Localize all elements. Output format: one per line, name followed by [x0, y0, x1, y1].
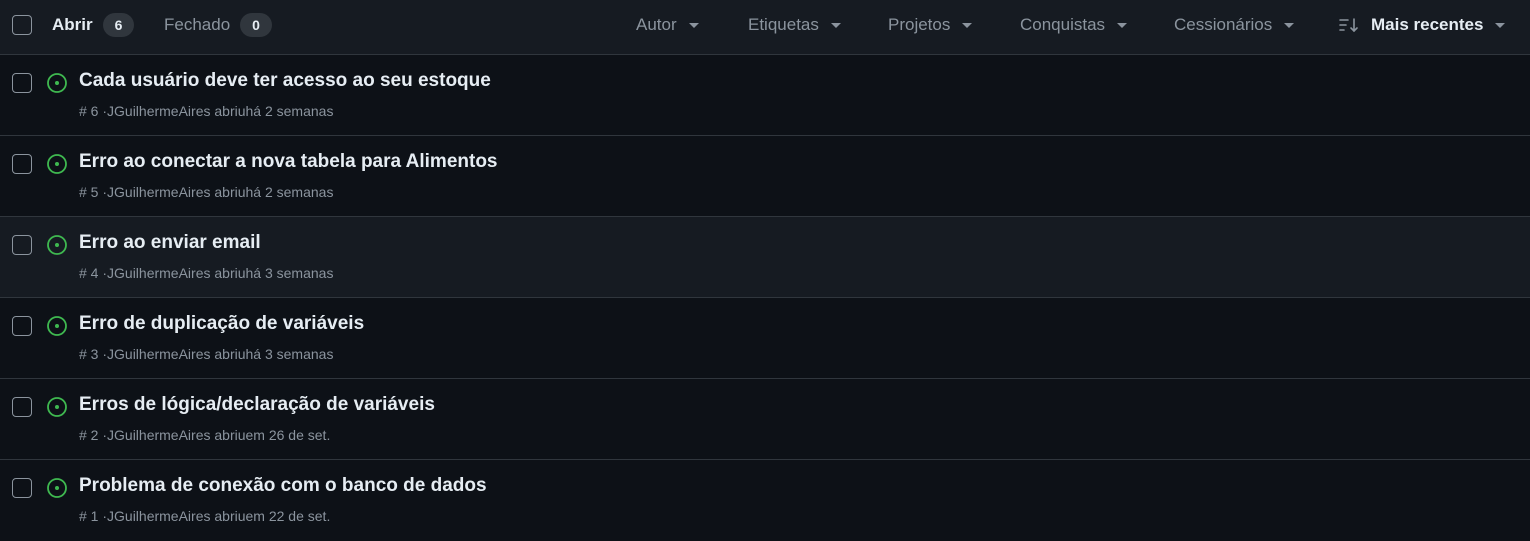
open-issues-count: 6	[102, 13, 135, 37]
chevron-down-icon	[688, 22, 699, 28]
chevron-down-icon	[962, 22, 973, 28]
issue-title[interactable]: Erro de duplicação de variáveis	[79, 313, 364, 335]
sort-dropdown[interactable]: Mais recentes	[1339, 0, 1506, 50]
sort-descending-icon	[1339, 18, 1358, 33]
issues-toolbar: Abrir 6 Fechado 0 Autor Etiquetas Projet…	[0, 0, 1530, 55]
open-issues-label: Abrir	[52, 15, 93, 34]
issue-meta: # 4 ·JGuilhermeAires abriuhá 3 semanas	[79, 265, 334, 281]
issue-row[interactable]: Erro ao conectar a nova tabela para Alim…	[0, 136, 1530, 217]
select-all-checkbox[interactable]	[12, 15, 32, 35]
chevron-down-icon	[1495, 22, 1506, 28]
issue-checkbox[interactable]	[12, 316, 32, 336]
filter-author-label: Autor	[636, 15, 677, 34]
issue-row[interactable]: Erro de duplicação de variáveis # 3 ·JGu…	[0, 298, 1530, 379]
filter-milestones[interactable]: Conquistas	[1020, 0, 1128, 50]
filter-author[interactable]: Autor	[636, 0, 699, 50]
filter-assignees-label: Cessionários	[1174, 15, 1273, 34]
issue-title[interactable]: Erros de lógica/declaração de variáveis	[79, 394, 435, 416]
filter-assignees[interactable]: Cessionários	[1174, 0, 1295, 50]
closed-issues-label: Fechado	[164, 15, 231, 34]
issue-title[interactable]: Erro ao enviar email	[79, 232, 261, 254]
issue-meta: # 6 ·JGuilhermeAires abriuhá 2 semanas	[79, 103, 334, 119]
issue-open-icon	[47, 397, 67, 417]
open-issues-tab[interactable]: Abrir 6	[52, 0, 135, 50]
issue-meta: # 1 ·JGuilhermeAires abriuem 22 de set.	[79, 508, 331, 524]
chevron-down-icon	[830, 22, 841, 28]
issue-open-icon	[47, 478, 67, 498]
filter-projects[interactable]: Projetos	[888, 0, 973, 50]
closed-issues-tab[interactable]: Fechado 0	[164, 0, 272, 50]
issue-checkbox[interactable]	[12, 478, 32, 498]
issue-open-icon	[47, 235, 67, 255]
issue-checkbox[interactable]	[12, 397, 32, 417]
issue-meta: # 5 ·JGuilhermeAires abriuhá 2 semanas	[79, 184, 334, 200]
issue-checkbox[interactable]	[12, 154, 32, 174]
issue-meta: # 2 ·JGuilhermeAires abriuem 26 de set.	[79, 427, 331, 443]
issue-row[interactable]: Erro ao enviar email # 4 ·JGuilhermeAire…	[0, 217, 1530, 298]
issue-meta: # 3 ·JGuilhermeAires abriuhá 3 semanas	[79, 346, 334, 362]
filter-milestones-label: Conquistas	[1020, 15, 1106, 34]
issue-checkbox[interactable]	[12, 73, 32, 93]
closed-issues-count: 0	[240, 13, 272, 37]
issue-open-icon	[47, 316, 67, 336]
filter-labels-label: Etiquetas	[748, 15, 819, 34]
issue-title[interactable]: Problema de conexão com o banco de dados	[79, 475, 487, 497]
issue-title[interactable]: Erro ao conectar a nova tabela para Alim…	[79, 151, 498, 173]
filter-projects-label: Projetos	[888, 15, 951, 34]
issue-checkbox[interactable]	[12, 235, 32, 255]
issue-row[interactable]: Erros de lógica/declaração de variáveis …	[0, 379, 1530, 460]
issue-row[interactable]: Cada usuário deve ter acesso ao seu esto…	[0, 55, 1530, 136]
issue-row[interactable]: Problema de conexão com o banco de dados…	[0, 460, 1530, 541]
issue-open-icon	[47, 73, 67, 93]
issue-title[interactable]: Cada usuário deve ter acesso ao seu esto…	[79, 70, 491, 92]
chevron-down-icon	[1284, 22, 1295, 28]
filter-labels[interactable]: Etiquetas	[748, 0, 841, 50]
sort-label: Mais recentes	[1371, 15, 1484, 34]
chevron-down-icon	[1117, 22, 1128, 28]
issue-open-icon	[47, 154, 67, 174]
